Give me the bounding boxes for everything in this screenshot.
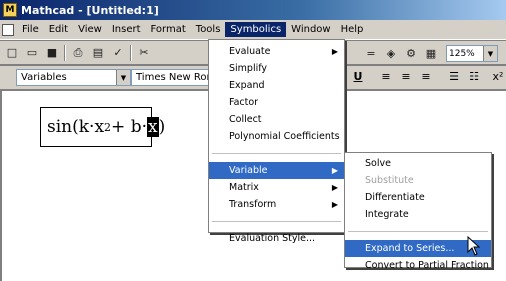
menu-item-collect[interactable]: Collect (209, 111, 344, 128)
zoom-value: 125% (449, 48, 475, 59)
menu-item-factor[interactable]: Factor (209, 94, 344, 111)
font-value: Times New Roman (136, 72, 208, 83)
spell-check-icon[interactable]: ✓ (110, 45, 126, 61)
symbolics-menu: Evaluate ▶ Simplify Expand Factor Collect… (208, 39, 345, 244)
menu-item-transform[interactable]: Transform ▶ (209, 196, 344, 213)
menu-edit[interactable]: Edit (44, 22, 73, 37)
style-value: Variables (21, 72, 67, 83)
menu-tools[interactable]: Tools (191, 22, 226, 37)
menu-divider (348, 231, 488, 232)
align-right-icon[interactable]: ≡ (418, 70, 434, 86)
align-left-icon[interactable]: ≡ (378, 70, 394, 86)
menu-item-simplify[interactable]: Simplify (209, 60, 344, 77)
resource-icon[interactable]: ◈ (383, 45, 399, 61)
menu-item-convert-to-partial-fraction[interactable]: Convert to Partial Fraction (345, 257, 491, 274)
underline-icon[interactable]: U (350, 70, 366, 86)
submenu-arrow-icon: ▶ (331, 47, 338, 56)
selected-variable: x (146, 117, 159, 137)
math-expression[interactable]: sin(k·x 2 + b· x) (40, 107, 165, 147)
expr-pre: sin(k·x (47, 117, 105, 137)
expr-exponent: 2 (104, 120, 112, 134)
menu-item-matrix[interactable]: Matrix ▶ (209, 179, 344, 196)
menu-file[interactable]: File (17, 22, 44, 37)
menu-help[interactable]: Help (336, 22, 369, 37)
menu-item-integrate[interactable]: Integrate (345, 206, 491, 223)
toolbar-divider (64, 44, 66, 61)
new-icon[interactable]: □ (4, 45, 20, 61)
chevron-down-icon[interactable]: ▼ (483, 46, 497, 61)
style-select[interactable]: Variables ▼ (16, 69, 131, 86)
cut-icon[interactable]: ✂ (136, 45, 152, 61)
align-center-icon[interactable]: ≡ (398, 70, 414, 86)
menu-item-differentiate[interactable]: Differentiate (345, 189, 491, 206)
document-icon[interactable] (2, 23, 14, 36)
calculate-icon[interactable]: ▦ (423, 45, 439, 61)
mathcad-app-icon: M (3, 3, 17, 17)
menu-divider (212, 153, 341, 154)
menu-symbolics[interactable]: Symbolics (225, 22, 287, 37)
menu-item-variable[interactable]: Variable ▶ (209, 162, 344, 179)
submenu-arrow-icon: ▶ (331, 183, 338, 192)
bullets-icon[interactable]: ☰ (446, 70, 462, 86)
numbering-icon[interactable]: ☷ (466, 70, 482, 86)
expr-mid: + b· (111, 117, 147, 137)
font-select[interactable]: Times New Roman (131, 69, 209, 86)
menu-item-substitute[interactable]: Substitute (345, 172, 491, 189)
toolbar-divider (130, 44, 132, 61)
menu-insert[interactable]: Insert (107, 22, 146, 37)
menu-item-polynomial-coefficients[interactable]: Polynomial Coefficients (209, 128, 344, 145)
component-icon[interactable]: ⚙ (403, 45, 419, 61)
menu-item-evaluate[interactable]: Evaluate ▶ (209, 43, 344, 60)
equals-icon[interactable]: = (363, 45, 379, 61)
menu-view[interactable]: View (73, 22, 107, 37)
menu-item-evaluation-style[interactable]: Evaluation Style... (209, 230, 344, 247)
menu-divider (212, 221, 341, 222)
menu-item-expand[interactable]: Expand (209, 77, 344, 94)
print-icon[interactable]: ⎙ (70, 45, 86, 61)
chevron-down-icon[interactable]: ▼ (116, 70, 130, 85)
expr-post: ) (158, 117, 166, 137)
print-preview-icon[interactable]: ▤ (90, 45, 106, 61)
menu-window[interactable]: Window (286, 22, 335, 37)
window-title: Mathcad - [Untitled:1] (21, 3, 159, 17)
submenu-arrow-icon: ▶ (331, 200, 338, 209)
superscript-icon[interactable]: x² (490, 70, 506, 86)
open-icon[interactable]: ▭ (24, 45, 40, 61)
mouse-pointer-icon (467, 236, 481, 256)
menu-bar: File Edit View Insert Format Tools Symbo… (0, 20, 506, 40)
submenu-arrow-icon: ▶ (331, 166, 338, 175)
zoom-select[interactable]: 125% ▼ (446, 45, 498, 62)
menu-format[interactable]: Format (146, 22, 191, 37)
menu-item-solve[interactable]: Solve (345, 155, 491, 172)
title-bar: M Mathcad - [Untitled:1] (0, 0, 506, 20)
save-icon[interactable]: ■ (44, 45, 60, 61)
